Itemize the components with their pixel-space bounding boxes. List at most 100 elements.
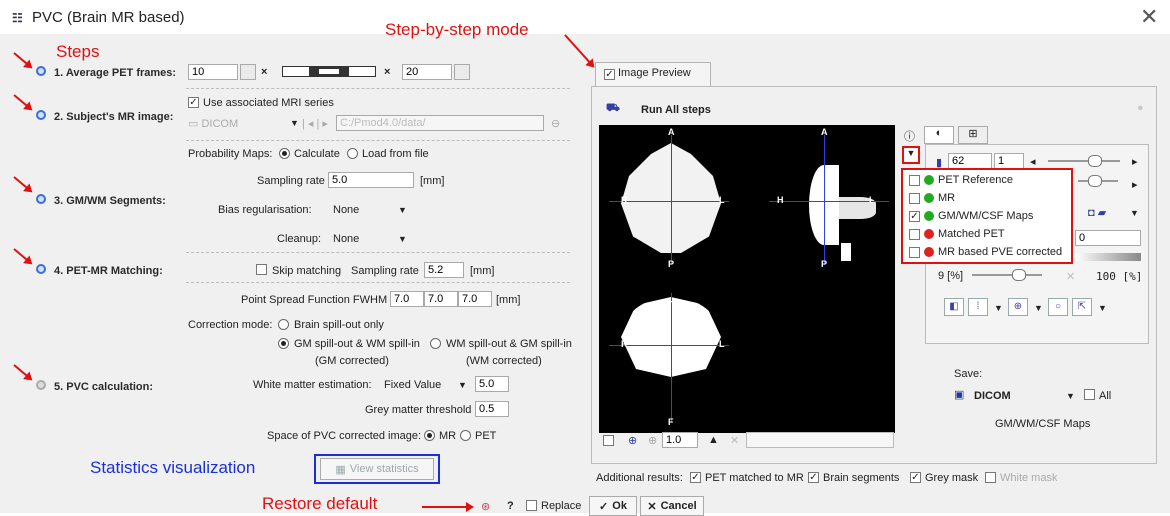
run-all-icon[interactable]: ⛟ — [606, 102, 620, 116]
overlay-checkbox[interactable] — [909, 192, 920, 204]
wm-value-input[interactable] — [475, 376, 509, 392]
lut-slider[interactable] — [972, 269, 1042, 281]
zoom-input[interactable] — [662, 432, 698, 448]
chevron-down-icon[interactable]: ▼ — [458, 380, 467, 390]
slice2-input[interactable] — [994, 153, 1024, 169]
replace-checkbox[interactable] — [526, 500, 537, 511]
lut-reset-icon[interactable]: ✕ — [1066, 270, 1075, 283]
chevron-down-icon[interactable]: ▼ — [398, 234, 407, 244]
overlay-checkbox[interactable] — [909, 174, 920, 186]
lut-field[interactable] — [1075, 230, 1141, 246]
tab-image-preview[interactable]: ✓ Image Preview — [595, 62, 711, 86]
grid-button[interactable]: ⁞ — [968, 298, 988, 316]
chevron-down-icon[interactable]: ▼ — [1034, 303, 1043, 313]
slice-slider[interactable] — [1048, 155, 1120, 167]
overlay-item[interactable]: MR based PVE corrected — [909, 246, 1062, 258]
view-statistics-button[interactable]: ▦ View statistics — [320, 458, 434, 480]
psf-x-input[interactable] — [390, 291, 424, 307]
bias-label: Bias regularisation: — [218, 204, 312, 216]
save-target-button[interactable]: GM/WM/CSF Maps — [995, 418, 1090, 430]
gm-spill-radio[interactable] — [278, 338, 289, 349]
ok-button[interactable]: ✓ Ok — [589, 496, 637, 516]
average-end-input[interactable] — [402, 64, 452, 80]
brain-spill-radio[interactable] — [278, 319, 289, 330]
viewer-scrollbar[interactable] — [746, 432, 894, 448]
pet-space-radio[interactable] — [460, 430, 471, 441]
chevron-down-icon[interactable]: ▼ — [1066, 391, 1075, 401]
chevron-down-icon[interactable]: ▼ — [398, 205, 407, 215]
end-spinner[interactable] — [454, 64, 470, 80]
run-all-button[interactable]: Run All steps — [641, 104, 711, 116]
prev-icon[interactable]: ◂ — [1030, 155, 1036, 168]
average-start-input[interactable] — [188, 64, 238, 80]
contrast-button[interactable]: ◧ — [944, 298, 964, 316]
mr-path-field[interactable]: C:/Pmod4.0/data/ — [336, 115, 544, 131]
load-from-file-radio[interactable] — [347, 148, 358, 159]
zoom-up-icon[interactable]: ▲ — [708, 434, 719, 446]
image-viewer[interactable]: A P R L A P H L H F R L — [599, 125, 895, 433]
psf-z-input[interactable] — [458, 291, 492, 307]
panel-close-icon[interactable]: ● — [1137, 102, 1144, 114]
next-icon[interactable]: ▸ — [1132, 178, 1138, 191]
chevron-down-icon[interactable]: ▼ — [290, 118, 299, 128]
bias-select[interactable]: None — [333, 204, 359, 216]
save-all-checkbox[interactable] — [1084, 389, 1095, 400]
use-associated-checkbox[interactable]: ✓ — [188, 97, 199, 108]
sampling-rate-input[interactable] — [328, 172, 414, 188]
pointer-button[interactable]: ⇱ — [1072, 298, 1092, 316]
preview-checkbox[interactable]: ✓ — [604, 69, 615, 80]
overlay-dropdown[interactable]: ▼ — [902, 146, 920, 164]
overlay-item[interactable]: MR — [909, 192, 955, 204]
step-dot-2[interactable] — [36, 110, 46, 120]
white-mask-checkbox[interactable] — [985, 472, 996, 483]
circle-button[interactable]: ○ — [1048, 298, 1068, 316]
mr-space-radio[interactable] — [424, 430, 435, 441]
overlay-item[interactable]: Matched PET — [909, 228, 1005, 240]
cancel-button[interactable]: ✕ Cancel — [640, 496, 704, 516]
overlay-item[interactable]: ✓ GM/WM/CSF Maps — [909, 210, 1033, 222]
format-select[interactable]: ▭ DICOM — [188, 117, 238, 130]
crosshair-button[interactable]: ⊕ — [1008, 298, 1028, 316]
overlay-checkbox[interactable]: ✓ — [909, 210, 920, 222]
gm-threshold-input[interactable] — [475, 401, 509, 417]
overlay-item[interactable]: PET Reference — [909, 174, 1013, 186]
start-spinner[interactable] — [240, 64, 256, 80]
wm-estimation-select[interactable]: Fixed Value — [384, 379, 441, 391]
browse-icon[interactable]: ⊖ — [551, 117, 560, 130]
info-icon[interactable]: ⓘ — [904, 128, 915, 144]
chevron-down-icon[interactable]: ▼ — [994, 303, 1003, 313]
zoom-in-icon[interactable]: ⊕ — [628, 434, 637, 447]
step-dot-3[interactable] — [36, 194, 46, 204]
calculate-radio[interactable] — [279, 148, 290, 159]
cleanup-select[interactable]: None — [333, 233, 359, 245]
tab-layout[interactable]: ⊞ — [958, 126, 988, 144]
restore-default-icon[interactable]: ⊛ — [481, 500, 490, 513]
step-dot-1[interactable] — [36, 66, 46, 76]
overlay-checkbox[interactable] — [909, 228, 920, 240]
zoom-out-icon[interactable]: ⊕ — [648, 434, 657, 447]
slice-input[interactable] — [948, 153, 992, 169]
save-format-select[interactable]: DICOM — [974, 390, 1011, 402]
chevron-down-icon[interactable]: ▼ — [1130, 208, 1139, 218]
frame-range-slider[interactable] — [282, 66, 376, 77]
skip-matching-checkbox[interactable] — [256, 264, 267, 275]
step-dot-5[interactable] — [36, 380, 46, 390]
pet-matched-checkbox[interactable]: ✓ — [690, 472, 701, 483]
chevron-down-icon[interactable]: ▼ — [1098, 303, 1107, 313]
step-dot-4[interactable] — [36, 264, 46, 274]
viewer-toggle[interactable] — [603, 435, 614, 446]
psf-y-input[interactable] — [424, 291, 458, 307]
help-button[interactable]: ? — [507, 500, 514, 512]
lut-icon[interactable]: ◘ ▰ — [1088, 206, 1106, 219]
brain-segments-checkbox[interactable]: ✓ — [808, 472, 819, 483]
nav-arrows[interactable]: | ◂ | ▸ — [302, 117, 328, 130]
grey-mask-checkbox[interactable]: ✓ — [910, 472, 921, 483]
close-icon[interactable]: ✕ — [1140, 4, 1158, 30]
matching-sampling-input[interactable] — [424, 262, 464, 278]
wm-spill-radio[interactable] — [430, 338, 441, 349]
overlay-checkbox[interactable] — [909, 246, 920, 258]
tab-contrast[interactable]: ◐ — [924, 126, 954, 144]
reset-zoom-icon[interactable]: ✕ — [730, 434, 739, 447]
save-disk-icon[interactable]: ▣ — [954, 388, 964, 401]
next-icon[interactable]: ▸ — [1132, 155, 1138, 168]
